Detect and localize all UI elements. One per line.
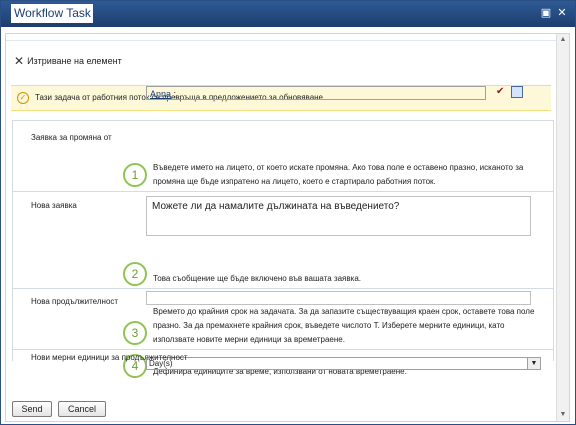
scroll-up-icon[interactable]: ▲	[559, 36, 567, 44]
send-button[interactable]: Send	[12, 401, 52, 417]
chevron-down-icon[interactable]: ▼	[527, 358, 540, 369]
dialog-content: ✕ Изтриване на елемент ✓ Тази задача от р…	[5, 33, 570, 422]
ribbon-divider	[6, 40, 557, 41]
form-scroll-area: ✕ Изтриване на елемент ✓ Тази задача от р…	[6, 34, 557, 421]
people-picker-input[interactable]: Anna ;	[146, 86, 486, 100]
check-names-icon[interactable]: ✔	[496, 86, 508, 100]
delete-item-label: Изтриване на елемент	[27, 56, 122, 66]
new-request-label: Нова заявка	[31, 201, 77, 210]
maximize-button[interactable]: ▣	[539, 6, 553, 20]
address-book-icon[interactable]	[511, 86, 523, 98]
new-duration-units-label: Нови мерни единици за продължителност	[31, 353, 188, 362]
duration-units-select[interactable]: Day(s) ▼	[146, 357, 541, 370]
new-duration-input[interactable]	[146, 291, 531, 305]
picked-user-suffix: ;	[171, 89, 177, 99]
step-number-1: 1	[123, 163, 147, 187]
new-duration-label: Нова продължителност	[31, 297, 119, 306]
cancel-button[interactable]: Cancel	[58, 401, 106, 417]
delete-item-button[interactable]: ✕ Изтриване на елемент	[14, 54, 122, 68]
step-number-2: 2	[123, 262, 147, 286]
row-request-change-from: Заявка за промяна от 1 Въведете името на…	[13, 121, 553, 192]
delete-x-icon: ✕	[14, 54, 25, 68]
form-table: Заявка за промяна от 1 Въведете името на…	[12, 120, 554, 378]
vertical-scrollbar[interactable]: ▲ ▼	[556, 34, 569, 421]
close-button[interactable]: ✕	[555, 6, 569, 20]
title-bar[interactable]: Workflow Task ▣ ✕	[1, 1, 575, 27]
new-duration-description: Времето до крайния срок на задачата. За …	[153, 307, 535, 344]
step-number-3: 3	[123, 321, 147, 345]
scroll-down-icon[interactable]: ▼	[559, 411, 567, 419]
request-change-from-description: Въведете името на лицето, от което искат…	[153, 163, 524, 186]
dialog-title: Workflow Task	[11, 4, 93, 23]
new-request-description: Това съобщение ще бъде включено във ваша…	[153, 274, 361, 283]
picked-user[interactable]: Anna	[150, 89, 171, 99]
request-change-from-label: Заявка за промяна от	[31, 133, 112, 142]
new-request-textarea[interactable]: Можете ли да намалите дължината на въвед…	[146, 196, 531, 236]
check-circle-icon: ✓	[17, 92, 29, 104]
workflow-task-dialog: Workflow Task ▣ ✕ ✕ Изтриване на елемент …	[0, 0, 576, 425]
